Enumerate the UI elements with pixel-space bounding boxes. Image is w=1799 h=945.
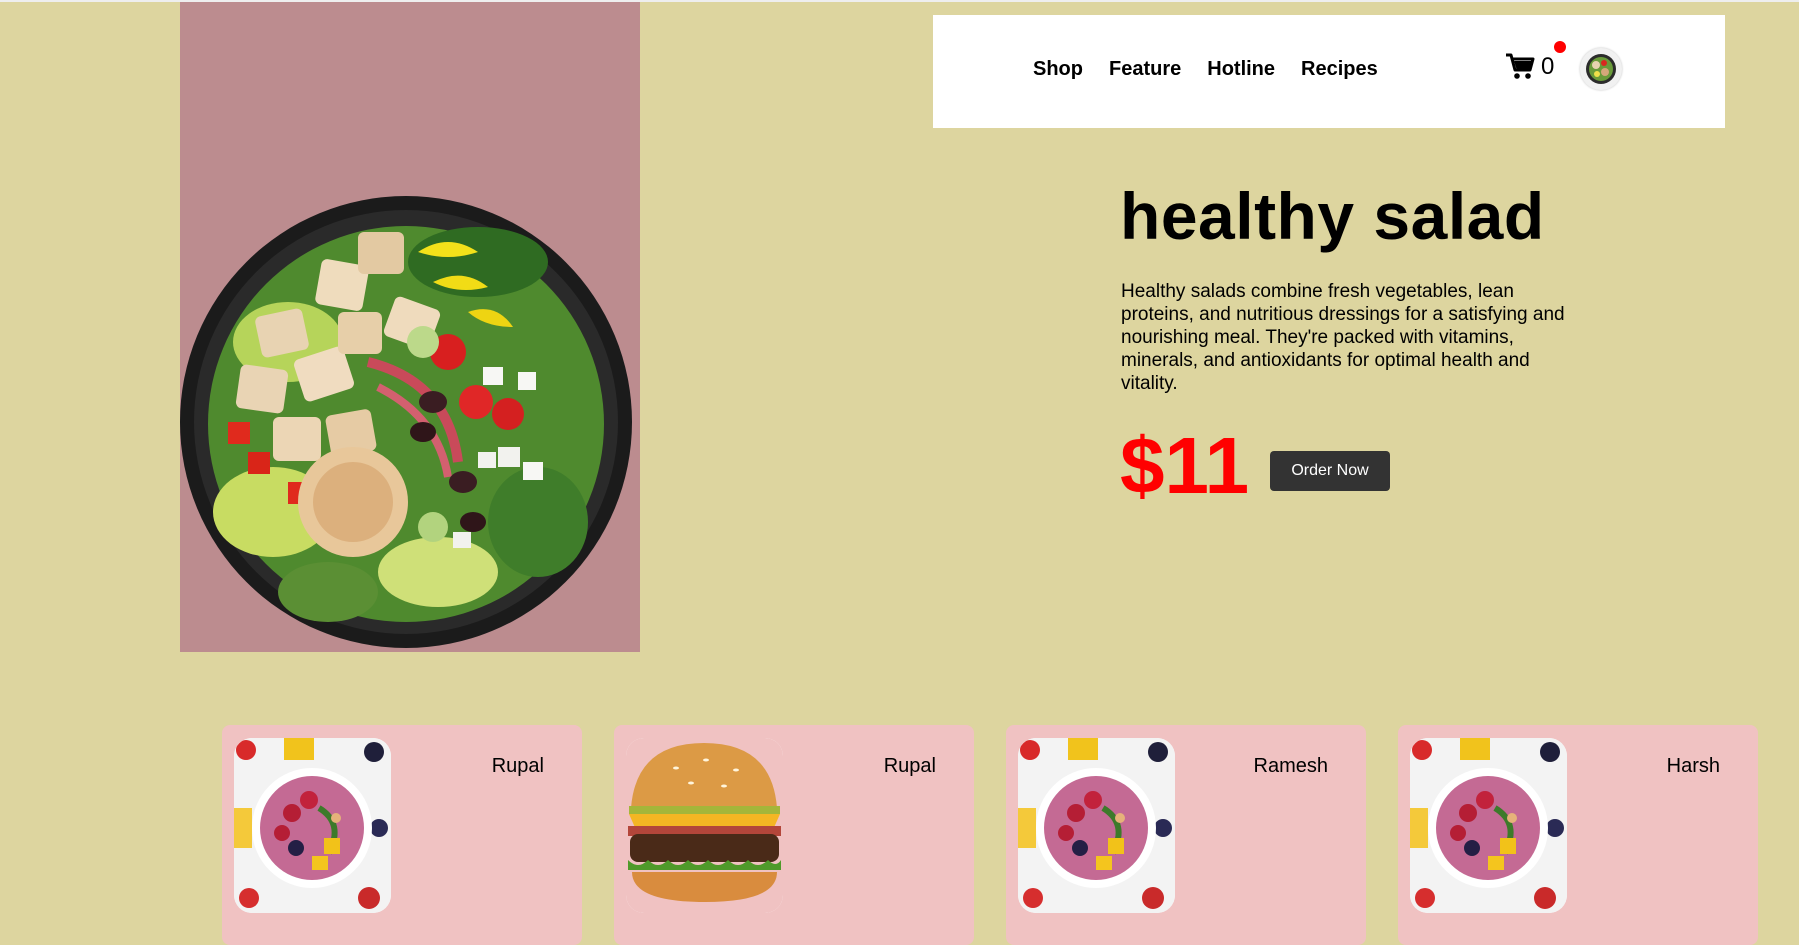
food-card[interactable]: Harsh [1398,725,1758,945]
card-image [234,738,391,913]
user-avatar[interactable] [1580,48,1622,90]
nav-links: Shop Feature Hotline Recipes [1033,58,1378,81]
smoothie-bowl-image [1410,738,1567,913]
card-image [1410,738,1567,913]
smoothie-bowl-image [1018,738,1175,913]
nav-link-hotline[interactable]: Hotline [1207,58,1275,81]
card-image [626,738,783,913]
salad-bowl-image [180,196,632,648]
card-name: Ramesh [1253,755,1328,777]
hero-description: Healthy salads combine fresh vegetables,… [1121,281,1565,394]
burger-image [626,738,783,913]
food-card[interactable]: Ramesh [1006,725,1366,945]
nav-link-feature[interactable]: Feature [1109,58,1181,81]
notification-dot [1554,41,1566,53]
hero-title: healthy salad [1120,179,1545,253]
smoothie-bowl-image [234,738,391,913]
navigation-bar: Shop Feature Hotline Recipes 0 [933,15,1725,128]
card-name: Rupal [883,755,936,777]
card-name: Harsh [1666,755,1720,777]
cart-count: 0 [1541,53,1555,80]
food-card[interactable]: Rupal [222,725,582,945]
nav-link-shop[interactable]: Shop [1033,58,1083,81]
order-now-button[interactable]: Order Now [1270,451,1390,491]
avatar-salad-image [1586,54,1616,84]
hero-image-panel [180,2,640,652]
food-card[interactable]: Rupal [614,725,974,945]
cart-button[interactable]: 0 [1505,53,1554,81]
price-label: $11 [1120,421,1250,510]
shopping-cart-icon [1506,53,1535,79]
nav-link-recipes[interactable]: Recipes [1301,58,1378,81]
card-image [1018,738,1175,913]
card-name: Rupal [491,755,544,777]
